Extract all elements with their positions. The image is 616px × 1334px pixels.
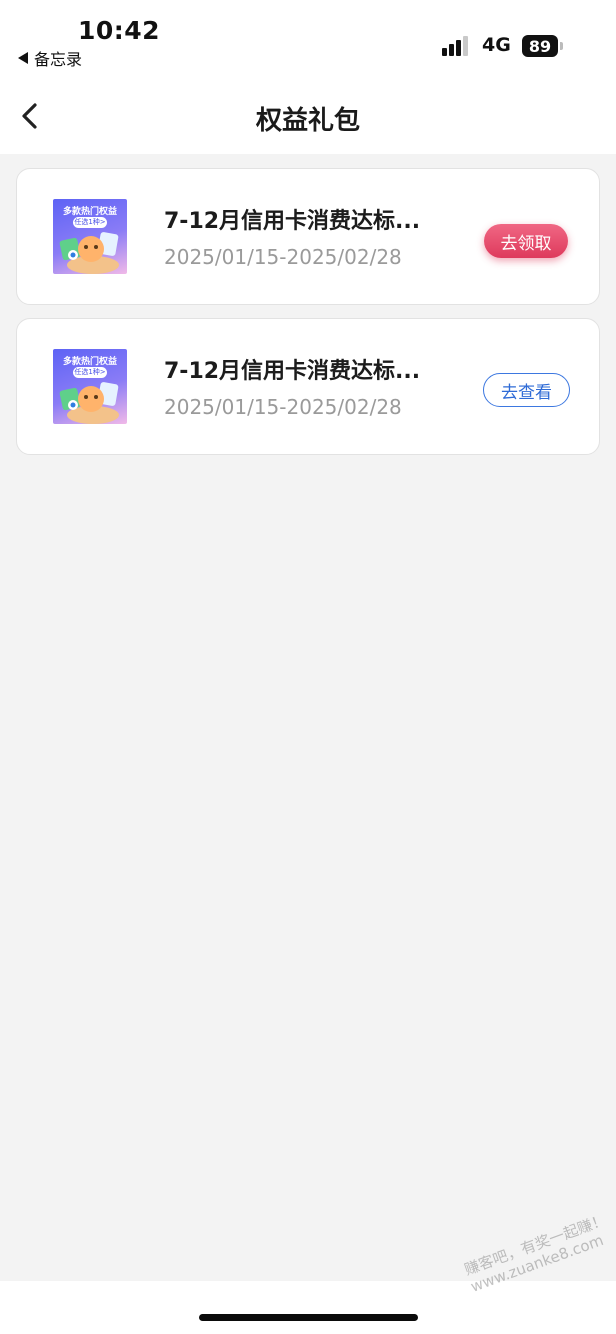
battery-tip — [560, 42, 563, 50]
gift-illustration-icon — [59, 382, 119, 424]
page-title: 权益礼包 — [255, 106, 360, 136]
battery-level: 89 — [528, 36, 552, 56]
status-time: 10:42 — [78, 16, 161, 45]
nav-bar: 权益礼包 — [0, 80, 616, 154]
benefit-date-range: 2025/01/15-2025/02/28 — [164, 245, 402, 269]
bottom-safe-area — [0, 1281, 616, 1334]
signal-icon — [442, 34, 474, 56]
view-button[interactable]: 去查看 — [483, 373, 570, 407]
thumbnail-title: 多款热门权益 — [62, 207, 117, 217]
benefit-card[interactable]: 多款热门权益 任选1种> 7-12月信用卡消费达标... 2025/01/15-… — [16, 318, 600, 455]
gift-illustration-icon — [59, 232, 119, 274]
back-triangle-icon — [18, 52, 28, 64]
benefit-title: 7-12月信用卡消费达标... — [164, 209, 421, 234]
back-app-label: 备忘录 — [34, 50, 83, 69]
status-bar: 10:42 备忘录 4G 89 — [0, 0, 616, 80]
claim-button[interactable]: 去领取 — [484, 224, 568, 258]
benefit-card[interactable]: 多款热门权益 任选1种> 7-12月信用卡消费达标... 2025/01/15-… — [16, 168, 600, 305]
back-to-app-link[interactable]: 备忘录 — [18, 46, 82, 70]
benefit-thumbnail: 多款热门权益 任选1种> — [53, 199, 127, 274]
thumbnail-title: 多款热门权益 — [62, 357, 117, 367]
benefit-date-range: 2025/01/15-2025/02/28 — [164, 395, 402, 419]
home-indicator[interactable] — [199, 1314, 418, 1321]
battery-icon: 89 — [522, 35, 558, 57]
benefit-title: 7-12月信用卡消费达标... — [164, 359, 421, 384]
benefit-thumbnail: 多款热门权益 任选1种> — [53, 349, 127, 424]
network-type: 4G — [482, 34, 511, 56]
